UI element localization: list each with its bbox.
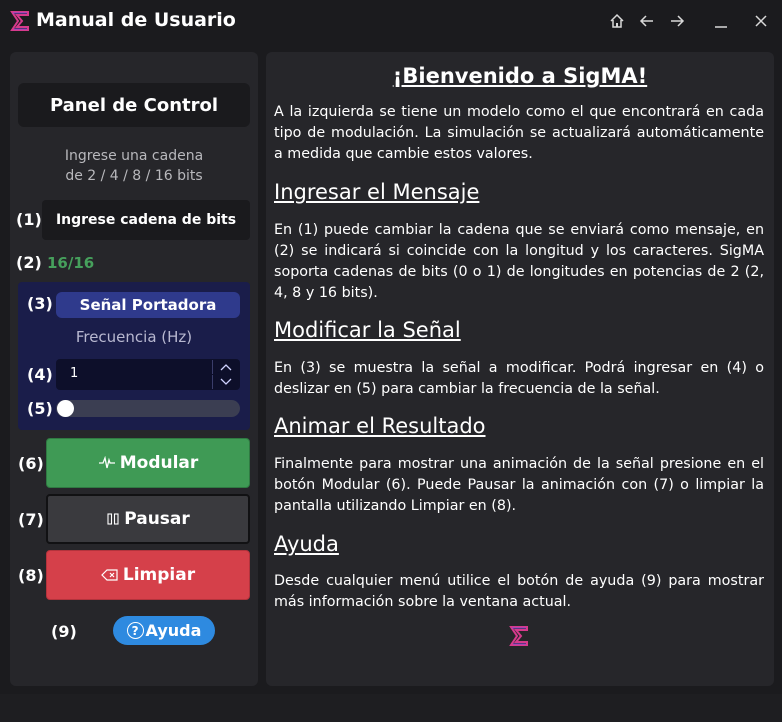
clear-label: Limpiar (122, 565, 196, 585)
slider-thumb[interactable] (57, 400, 74, 417)
window-title: Manual de Usuario (36, 9, 236, 31)
help-button[interactable]: ? Ayuda (113, 616, 215, 645)
frequency-value: 1 (70, 366, 79, 381)
clear-button[interactable]: Limpiar (46, 550, 250, 600)
minimize-button[interactable] (708, 8, 734, 34)
spin-down-button[interactable] (212, 375, 238, 389)
home-button[interactable] (604, 8, 630, 34)
pause-button[interactable]: Pausar (46, 494, 250, 544)
bits-hint-line2: de 2 / 4 / 8 / 16 bits (65, 168, 203, 184)
chevron-down-icon (220, 378, 231, 385)
frequency-input[interactable]: 1 (56, 359, 240, 390)
label-3: (3) (27, 294, 53, 313)
carrier-signal-title: Señal Portadora (56, 292, 240, 318)
chevron-up-icon (220, 364, 231, 371)
label-2: (2) (16, 253, 42, 272)
label-1: (1) (16, 210, 42, 229)
arrow-right-icon (671, 15, 685, 27)
control-panel: Panel de Control Ingrese una cadena de 2… (10, 52, 258, 686)
back-button[interactable] (634, 8, 660, 34)
spin-up-button[interactable] (212, 360, 238, 374)
carrier-signal-box: (3) Señal Portadora Frecuencia (Hz) (4) … (18, 282, 250, 430)
pause-label: Pausar (124, 509, 190, 529)
sigma-logo-icon (10, 11, 29, 31)
manual-content: ¡Bienvenido a SigMA! A la izquierda se t… (266, 52, 774, 686)
label-5: (5) (27, 399, 53, 418)
pause-icon (107, 513, 119, 525)
modulate-label: Modular (119, 453, 199, 473)
label-7: (7) (18, 510, 44, 529)
backspace-icon (101, 569, 118, 581)
section-title-message: Ingresar el Mensaje (274, 180, 480, 204)
title-bar: Manual de Usuario (0, 0, 782, 42)
close-icon (755, 15, 767, 27)
modulate-button[interactable]: Modular (46, 438, 250, 488)
welcome-heading: ¡Bienvenido a SigMA! (392, 64, 648, 88)
forward-button[interactable] (664, 8, 690, 34)
home-icon (610, 13, 624, 28)
help-label: Ayuda (145, 621, 202, 640)
label-6: (6) (18, 454, 44, 473)
intro-paragraph: A la izquierda se tiene un modelo como e… (274, 104, 764, 162)
control-panel-header: Panel de Control (18, 83, 250, 127)
bit-count-indicator: 16/16 (47, 254, 95, 272)
frequency-label: Frecuencia (Hz) (75, 328, 193, 346)
close-button[interactable] (748, 8, 774, 34)
section-title-help: Ayuda (274, 532, 339, 556)
arrow-left-icon (639, 15, 653, 27)
label-4: (4) (27, 365, 53, 384)
frequency-slider[interactable] (56, 400, 240, 417)
sigma-logo-icon (509, 626, 528, 646)
bits-hint-line1: Ingrese una cadena (64, 148, 204, 164)
bits-input[interactable] (42, 200, 250, 240)
waveform-icon (98, 456, 115, 469)
question-icon: ? (126, 622, 144, 639)
label-8: (8) (18, 566, 44, 585)
status-strip (0, 694, 782, 722)
section-body-help: Desde cualquier menú utilice el botón de… (274, 573, 764, 610)
section-body-message: En (1) puede cambiar la cadena que se en… (274, 222, 764, 301)
minimize-icon (715, 26, 727, 28)
section-body-animate: Finalmente para mostrar una animación de… (274, 456, 764, 514)
section-body-signal: En (3) se muestra la señal a modificar. … (274, 360, 764, 397)
bits-hint: Ingrese una cadena de 2 / 4 / 8 / 16 bit… (10, 146, 258, 186)
section-title-animate: Animar el Resultado (274, 414, 486, 438)
section-title-signal: Modificar la Señal (274, 318, 461, 342)
label-9: (9) (51, 622, 77, 641)
